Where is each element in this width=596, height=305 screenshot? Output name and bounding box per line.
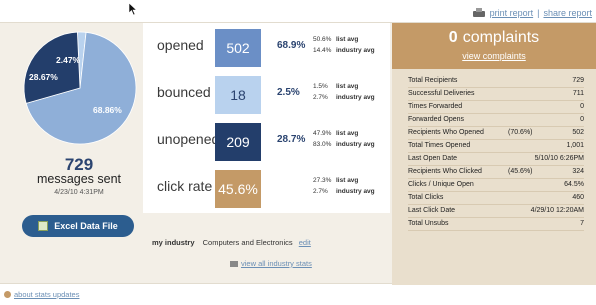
stat-row-bounced: bounced 18 2.5% 1.5% list avg 2.7% industr… xyxy=(143,74,390,116)
stat-row-value: 4/29/10 12:20AM xyxy=(530,207,584,214)
report-links: print report | share report xyxy=(472,8,592,18)
my-industry: my industry Computers and Electronics ed… xyxy=(152,238,311,247)
link-separator: | xyxy=(537,8,540,18)
industry-avg: 83.0% industry avg xyxy=(313,141,375,148)
view-all-industry-stats-label: view all industry stats xyxy=(241,259,312,268)
share-report-link[interactable]: share report xyxy=(543,8,592,18)
list-avg: 50.6% list avg xyxy=(313,36,359,43)
view-complaints-link[interactable]: view complaints xyxy=(392,51,596,61)
chart-icon xyxy=(230,260,238,267)
stat-row-label: Total Recipients xyxy=(408,77,458,84)
complaints-stat-row: Total Recipients 729 xyxy=(408,76,584,88)
stat-row-value: 729 xyxy=(572,77,584,84)
messages-sent-label: messages sent xyxy=(36,172,122,186)
print-report-link[interactable]: print report xyxy=(490,8,534,18)
my-industry-value: Computers and Electronics xyxy=(202,238,293,247)
stat-row-value: 0 xyxy=(580,116,584,123)
stat-row-label: Recipients Who Opened xyxy=(408,129,484,136)
stat-row-label: Total Clicks xyxy=(408,194,444,201)
stats-block: opened 502 68.9% 50.6% list avg 14.4% indu… xyxy=(143,23,390,213)
stat-row-value: 711 xyxy=(572,90,584,97)
list-avg: 1.5% list avg xyxy=(313,83,359,90)
info-icon xyxy=(4,291,11,298)
complaints-stat-row: Recipients Who Opened (70.6%) 502 xyxy=(408,128,584,140)
stat-value-box: 45.6% xyxy=(215,170,261,208)
messages-pie-chart xyxy=(23,31,137,145)
stat-row-label: Forwarded Opens xyxy=(408,116,465,123)
complaints-stat-row: Successful Deliveries 711 xyxy=(408,89,584,101)
complaints-stat-row: Total Unsubs 7 xyxy=(408,219,584,231)
report-panel: 2.47% 28.67% 68.86% 729 messages sent 4/… xyxy=(0,22,596,285)
my-industry-label: my industry xyxy=(152,238,195,247)
stat-row-label: Successful Deliveries xyxy=(408,90,475,97)
stat-row-label: Total Unsubs xyxy=(408,220,449,227)
edit-industry-link[interactable]: edit xyxy=(299,238,311,247)
stat-row-value: 5/10/10 6:26PM xyxy=(534,155,584,162)
stat-row-label: Times Forwarded xyxy=(408,103,463,110)
industry-avg: 2.7% industry avg xyxy=(313,94,375,101)
sent-date: 4/23/10 4:31PM xyxy=(54,189,104,196)
stat-row-label: Last Open Date xyxy=(408,155,458,162)
complaints-stat-row: Total Clicks 460 xyxy=(408,193,584,205)
stat-row-percent: (45.6%) xyxy=(508,168,533,175)
complaints-header: 0 complaints view complaints xyxy=(392,23,596,69)
complaints-stat-row: Recipients Who Clicked (45.6%) 324 xyxy=(408,167,584,179)
complaints-stat-row: Last Click Date 4/29/10 12:20AM xyxy=(408,206,584,218)
complaints-panel: 0 complaints view complaints Total Recipi… xyxy=(392,23,596,285)
stat-percent: 28.7% xyxy=(277,134,306,145)
list-avg: 47.9% list avg xyxy=(313,130,359,137)
stat-label: unopened xyxy=(157,131,220,147)
industry-avg: 14.4% industry avg xyxy=(313,47,375,54)
complaints-title-text: complaints xyxy=(462,29,540,46)
mouse-cursor-icon xyxy=(128,2,138,16)
complaints-stat-row: Total Times Opened 1,001 xyxy=(408,141,584,153)
stat-percent: 68.9% xyxy=(277,40,306,51)
printer-icon[interactable] xyxy=(472,8,486,18)
stat-row-unopened: unopened 209 28.7% 47.9% list avg 83.0% in… xyxy=(143,121,390,163)
stat-label: click rate xyxy=(157,178,213,194)
stat-label: opened xyxy=(157,37,204,53)
about-stats-updates-label: about stats updates xyxy=(14,290,80,299)
stat-row-value: 324 xyxy=(572,168,584,175)
stat-label: bounced xyxy=(157,84,211,100)
industry-avg: 2.7% industry avg xyxy=(313,188,375,195)
view-all-industry-stats-link[interactable]: view all industry stats xyxy=(230,259,312,268)
complaints-stat-row: Forwarded Opens 0 xyxy=(408,115,584,127)
stat-row-value: 64.5% xyxy=(564,181,584,188)
stat-row-value: 1,001 xyxy=(566,142,584,149)
stat-percent: 2.5% xyxy=(277,87,300,98)
complaints-title: 0 complaints xyxy=(392,29,596,47)
stat-row-opened: opened 502 68.9% 50.6% list avg 14.4% indu… xyxy=(143,27,390,69)
stat-row-percent: (70.6%) xyxy=(508,129,533,136)
complaints-stat-row: Times Forwarded 0 xyxy=(408,102,584,114)
stat-row-value: 460 xyxy=(572,194,584,201)
about-stats-updates-link[interactable]: about stats updates xyxy=(4,290,79,299)
stat-value-box: 209 xyxy=(215,123,261,161)
stat-row-value: 7 xyxy=(580,220,584,227)
stat-row-value: 0 xyxy=(580,103,584,110)
stat-row-label: Total Times Opened xyxy=(408,142,471,149)
excel-data-file-button[interactable]: Excel Data File xyxy=(22,215,134,237)
complaints-stat-row: Last Open Date 5/10/10 6:26PM xyxy=(408,154,584,166)
pie-label-opened: 68.86% xyxy=(93,105,122,115)
stat-row-label: Clicks / Unique Open xyxy=(408,181,474,188)
stat-row-click-rate: click rate 45.6% 27.3% list avg 2.7% indus… xyxy=(143,168,390,210)
list-avg: 27.3% list avg xyxy=(313,177,359,184)
stat-row-label: Recipients Who Clicked xyxy=(408,168,482,175)
spreadsheet-icon xyxy=(38,221,49,231)
excel-button-label: Excel Data File xyxy=(54,221,118,231)
stat-row-label: Last Click Date xyxy=(408,207,456,214)
complaints-count: 0 xyxy=(448,29,458,46)
stat-value-box: 18 xyxy=(215,76,261,114)
pie-label-bounced: 2.47% xyxy=(56,55,81,65)
pie-label-unopened: 28.67% xyxy=(29,72,58,82)
stat-row-value: 502 xyxy=(572,129,584,136)
complaints-stat-row: Clicks / Unique Open 64.5% xyxy=(408,180,584,192)
stat-value-box: 502 xyxy=(215,29,261,67)
